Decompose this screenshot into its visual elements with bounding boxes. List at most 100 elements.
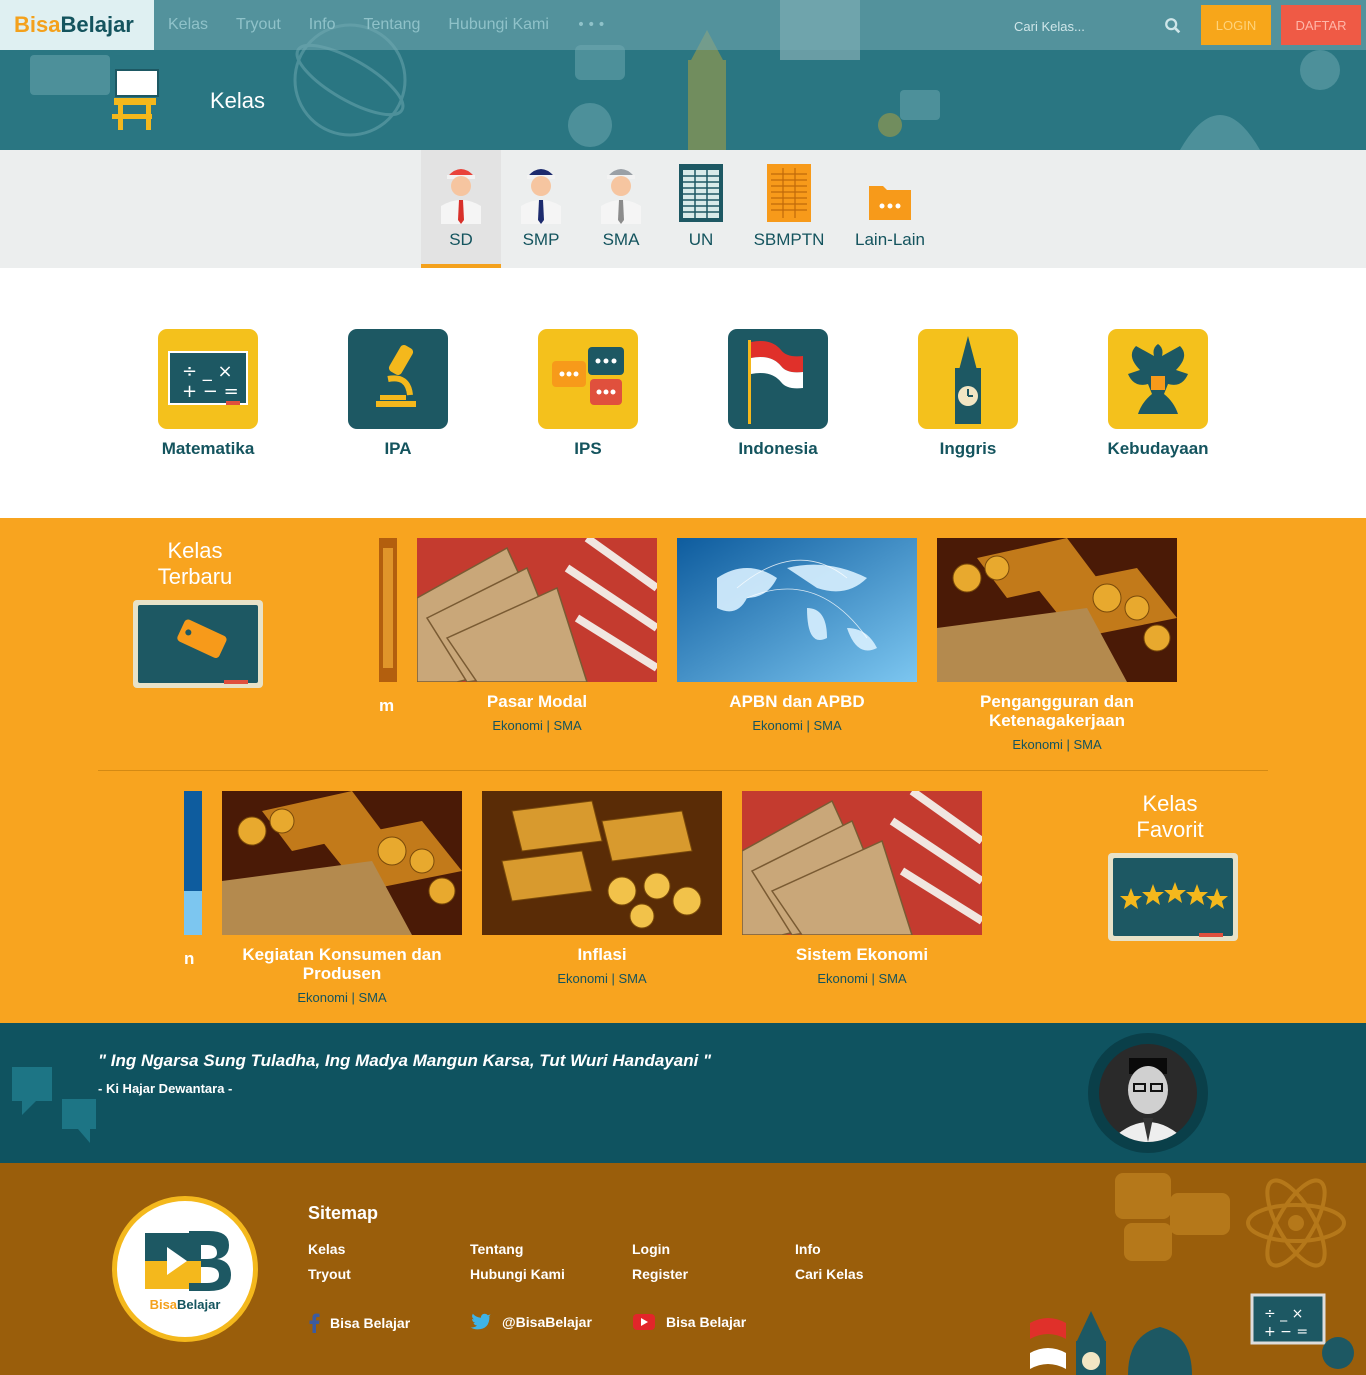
- footer-link-hubungi-kami[interactable]: Hubungi Kami: [470, 1266, 565, 1282]
- search-input[interactable]: [1000, 11, 1164, 41]
- tab-label: Lain-Lain: [855, 230, 925, 249]
- math-icon: ÷ _ × + − =: [158, 329, 258, 429]
- class-card[interactable]: Sistem Ekonomi Ekonomi | SMA: [742, 791, 982, 986]
- facebook-icon: [309, 1313, 320, 1333]
- class-card[interactable]: Inflasi Ekonomi | SMA: [482, 791, 722, 986]
- quote-section: " Ing Ngarsa Sung Tuladha, Ing Madya Man…: [0, 1023, 1366, 1163]
- subject-label: Matematika: [161, 439, 255, 458]
- class-card[interactable]: Kegiatan Konsumen dan Produsen Ekonomi |…: [222, 791, 462, 1005]
- class-title[interactable]: Inflasi: [482, 945, 722, 964]
- svg-text:÷ _ ×: ÷ _ ×: [182, 361, 233, 382]
- portrait-frame: [1088, 1033, 1208, 1153]
- ki-hajar-portrait: [1099, 1044, 1197, 1142]
- nav-tryout[interactable]: Tryout: [222, 16, 295, 34]
- class-card[interactable]: Pasar Modal Ekonomi | SMA: [417, 538, 657, 733]
- top-navbar: Bisa Belajar Kelas Tryout Info Tentang Hu…: [0, 0, 1366, 50]
- partial-card-left[interactable]: m: [379, 538, 397, 728]
- brand-part2: Belajar: [60, 12, 134, 37]
- register-button[interactable]: DAFTAR: [1281, 5, 1361, 45]
- subject-label: Kebudayaan: [1107, 439, 1209, 458]
- partial-card-left[interactable]: n: [184, 791, 202, 981]
- hero-banner: Bisa Belajar Kelas Tryout Info Tentang Hu…: [0, 0, 1366, 150]
- partial-card-title: m: [379, 696, 395, 715]
- social-youtube[interactable]: Bisa Belajar: [632, 1313, 746, 1331]
- nav-info[interactable]: Info: [295, 16, 350, 34]
- class-thumbnail-world: [677, 538, 917, 682]
- footer-logo[interactable]: BisaBelajar: [112, 1196, 258, 1342]
- sitemap-title: Sitemap: [308, 1203, 379, 1223]
- social-label: Bisa Belajar: [666, 1314, 747, 1330]
- social-twitter[interactable]: @BisaBelajar: [470, 1313, 592, 1331]
- class-thumbnail-gold-bars: [482, 791, 722, 935]
- footer-link-login[interactable]: Login: [632, 1241, 670, 1257]
- subject-ipa[interactable]: IPA: [328, 329, 468, 459]
- stars-board: [1108, 853, 1238, 941]
- new-tag-icon: [177, 619, 227, 659]
- search-icon[interactable]: [1164, 17, 1182, 35]
- level-tabs: SD SMP SMA UN SBMPTN Lain-Lain: [0, 150, 1366, 268]
- new-tag-board: [133, 600, 263, 688]
- tab-un[interactable]: UN: [661, 150, 741, 268]
- subject-indonesia[interactable]: Indonesia: [708, 329, 848, 459]
- social-label: @BisaBelajar: [502, 1314, 592, 1330]
- subject-inggris[interactable]: Inggris: [898, 329, 1038, 459]
- microscope-icon: [348, 329, 448, 429]
- subject-label: Indonesia: [738, 439, 818, 458]
- nav-hubungi-kami[interactable]: Hubungi Kami: [434, 16, 563, 34]
- subject-label: IPS: [574, 439, 602, 458]
- subject-label: Inggris: [939, 439, 997, 458]
- tab-sd[interactable]: SD: [421, 150, 501, 268]
- class-title[interactable]: Sistem Ekonomi: [742, 945, 982, 964]
- youtube-icon: [633, 1314, 655, 1330]
- student-sma-icon: [601, 169, 641, 224]
- footer-link-cari-kelas[interactable]: Cari Kelas: [795, 1266, 863, 1282]
- tab-label: SMP: [522, 230, 560, 249]
- quote-bubbles-icon: [12, 1067, 96, 1143]
- footer-link-tryout[interactable]: Tryout: [308, 1266, 351, 1282]
- nav-links: Kelas Tryout Info Tentang Hubungi Kami •…: [154, 0, 608, 50]
- footer: ÷ _ × + − = BisaBelajar Sitemap Kelas Tr…: [0, 1163, 1366, 1375]
- tab-label: UN: [688, 230, 714, 249]
- footer-link-kelas[interactable]: Kelas: [308, 1241, 345, 1257]
- footer-link-tentang[interactable]: Tentang: [470, 1241, 523, 1257]
- login-button[interactable]: LOGIN: [1201, 5, 1271, 45]
- search-bar: [1000, 10, 1194, 42]
- class-title[interactable]: Kegiatan Konsumen dan Produsen: [222, 945, 462, 983]
- tab-sbmptn[interactable]: SBMPTN: [749, 150, 829, 268]
- svg-text:+ − =: + − =: [1264, 1324, 1308, 1340]
- subject-matematika[interactable]: ÷ _ × + − = Matematika: [138, 329, 278, 459]
- footer-link-info[interactable]: Info: [795, 1241, 821, 1257]
- folder-icon: [869, 186, 911, 220]
- class-card[interactable]: APBN dan APBD Ekonomi | SMA: [677, 538, 917, 733]
- quote-author: - Ki Hajar Dewantara -: [98, 1081, 233, 1096]
- subject-ips[interactable]: IPS: [518, 329, 658, 459]
- class-showcase: Kelas Terbaru m Pasar Modal Ekonomi | SM…: [0, 518, 1366, 1023]
- class-title[interactable]: Pengangguran dan Ketenagakerjaan: [937, 692, 1177, 730]
- bisabelajar-logo-icon: [145, 1230, 231, 1291]
- partial-card-thumb: [379, 538, 397, 682]
- tab-label: SMA: [602, 230, 640, 249]
- class-title[interactable]: APBN dan APBD: [677, 692, 917, 711]
- footer-logo-part2: Belajar: [177, 1296, 221, 1312]
- exam-sheet-icon: [679, 164, 723, 222]
- tab-sma[interactable]: SMA: [581, 150, 661, 268]
- favorite-title: Kelas Favorit: [1136, 791, 1204, 842]
- nav-more-icon[interactable]: •••: [563, 17, 608, 33]
- flag-icon: [728, 329, 828, 429]
- class-meta: Ekonomi | SMA: [752, 718, 842, 733]
- nav-tentang[interactable]: Tentang: [349, 16, 434, 34]
- footer-link-register[interactable]: Register: [632, 1266, 688, 1282]
- class-card[interactable]: Pengangguran dan Ketenagakerjaan Ekonomi…: [937, 538, 1177, 752]
- class-thumbnail-gold: [222, 791, 462, 935]
- social-facebook[interactable]: Bisa Belajar: [308, 1313, 410, 1333]
- subject-kebudayaan[interactable]: Kebudayaan: [1088, 329, 1228, 459]
- brand-logo[interactable]: Bisa Belajar: [0, 0, 154, 50]
- student-sd-icon: [441, 169, 481, 224]
- tab-lain-lain[interactable]: Lain-Lain: [849, 150, 931, 268]
- class-title[interactable]: Pasar Modal: [417, 692, 657, 711]
- tab-smp[interactable]: SMP: [501, 150, 581, 268]
- class-thumbnail-money: [417, 538, 657, 682]
- nav-kelas[interactable]: Kelas: [154, 16, 222, 34]
- big-ben-icon: [918, 329, 1018, 429]
- partial-card-title: n: [184, 949, 195, 968]
